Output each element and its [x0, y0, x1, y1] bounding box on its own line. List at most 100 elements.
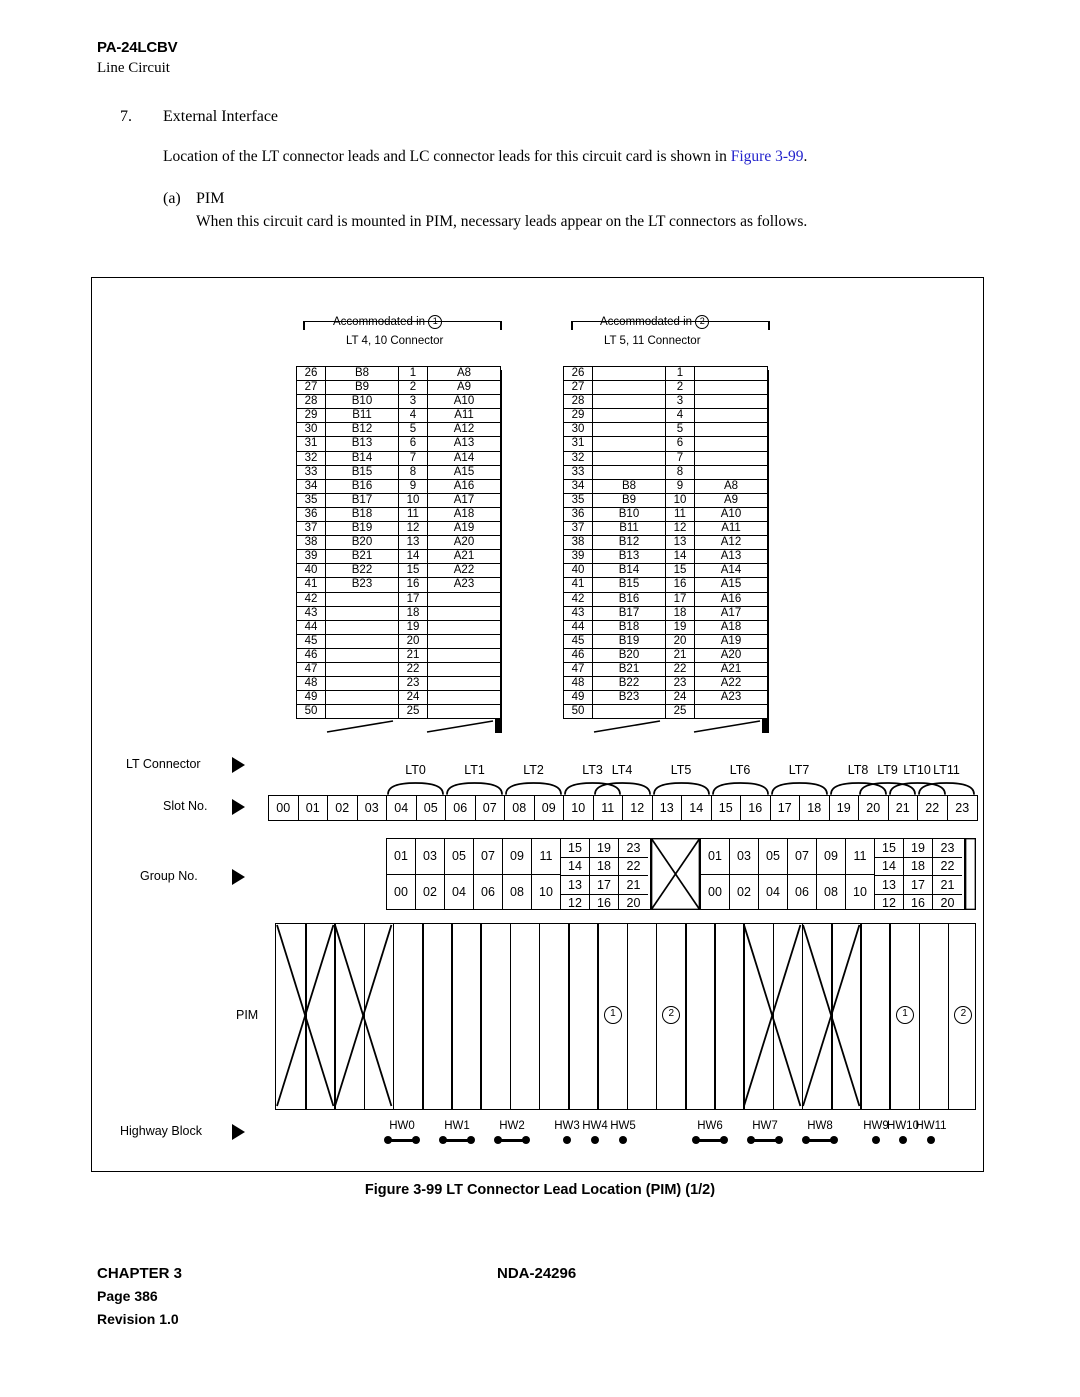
highway-block-terminal — [899, 1136, 907, 1144]
group-cell[interactable]: 07 06 — [474, 839, 503, 909]
slot-cell[interactable]: 16 — [741, 796, 771, 820]
group-number: 16 — [597, 896, 611, 911]
slot-cell[interactable]: 08 — [505, 796, 535, 820]
group-number: 10 — [853, 884, 867, 899]
pin-number-right: 18 — [398, 605, 428, 621]
slot-cell[interactable]: 20 — [859, 796, 889, 820]
pin-number-right: 10 — [398, 492, 428, 508]
slot-cell[interactable]: 12 — [623, 796, 653, 820]
connector-row: 50 25 — [563, 704, 768, 720]
pin-number-right: 9 — [665, 478, 695, 494]
lead-name-right — [427, 690, 501, 706]
connector-row: 39 B21 14 A21 — [296, 549, 501, 565]
pim-slot-divider — [480, 924, 483, 1109]
pin-number-left: 40 — [563, 563, 593, 579]
group-number: 13 — [875, 876, 903, 895]
group-cell[interactable]: 19 18 17 16 — [590, 839, 619, 910]
slot-cell[interactable]: 01 — [299, 796, 328, 820]
group-number: 11 — [846, 839, 874, 875]
group-cell[interactable]: 11 10 — [846, 839, 875, 909]
label-pim: PIM — [236, 1008, 259, 1022]
highway-block-terminal — [439, 1136, 447, 1144]
connector-row: 36 B10 11 A10 — [563, 506, 768, 523]
group-number: 15 — [875, 839, 903, 858]
highway-block-terminal — [522, 1136, 530, 1144]
pim-marker: 1 — [603, 1006, 622, 1024]
group-number: 07 — [788, 839, 816, 875]
slot-cell[interactable]: 18 — [800, 796, 830, 820]
group-cell[interactable]: 09 08 — [817, 839, 846, 909]
slot-cell[interactable]: 13 — [653, 796, 682, 820]
pim-slot-divider — [597, 924, 599, 1109]
pin-number-right: 17 — [665, 591, 695, 607]
pin-number-right: 19 — [665, 619, 695, 635]
slot-cell[interactable]: 03 — [358, 796, 387, 820]
connector-row: 37 B11 12 A11 — [563, 521, 768, 537]
group-cell[interactable]: 09 08 — [503, 839, 532, 909]
pin-number-right: 18 — [665, 605, 695, 621]
slot-cell[interactable]: 06 — [446, 796, 476, 820]
slot-cell[interactable]: 11 — [594, 796, 623, 820]
group-cell[interactable]: 05 04 — [445, 839, 474, 909]
group-number: 08 — [824, 884, 838, 899]
group-cell[interactable]: 05 04 — [759, 839, 788, 909]
slot-cell[interactable]: 00 — [269, 796, 299, 820]
group-cell[interactable]: 11 10 — [532, 839, 561, 909]
pin-number-left: 42 — [563, 591, 593, 607]
lead-name-right: A19 — [694, 633, 768, 649]
group-cell[interactable]: 19 18 17 16 — [904, 839, 933, 910]
slot-cell[interactable]: 22 — [918, 796, 948, 820]
pin-number-left: 46 — [563, 647, 593, 663]
pin-number-right: 15 — [398, 563, 428, 579]
connector-row: 33 8 — [563, 464, 768, 480]
group-cell[interactable]: 03 02 — [730, 839, 759, 909]
pin-number-left: 37 — [563, 521, 593, 537]
pin-number-left: 41 — [563, 577, 593, 593]
lt-connector-label: LT5 — [670, 763, 692, 777]
slot-cell[interactable]: 23 — [948, 796, 978, 820]
subsection-label: (a) — [163, 190, 181, 207]
lead-name-left: B17 — [592, 605, 666, 621]
lead-name-left: B22 — [592, 676, 666, 692]
group-cell[interactable]: 15 14 13 12 — [875, 839, 904, 910]
lead-name-left: B8 — [325, 365, 399, 382]
group-cell[interactable]: 23 22 21 20 — [933, 839, 962, 910]
lead-name-left: B11 — [592, 521, 666, 537]
group-number: 13 — [561, 876, 589, 895]
highway-block-terminal — [830, 1136, 838, 1144]
pin-number-right: 17 — [398, 591, 428, 607]
pin-number-right: 24 — [398, 690, 428, 706]
pin-number-right: 1 — [398, 365, 428, 382]
connector-row: 43 B17 18 A17 — [563, 605, 768, 621]
connector-row: 26 B8 1 A8 — [296, 365, 501, 382]
slot-cell[interactable]: 19 — [830, 796, 859, 820]
slot-cell[interactable]: 04 — [387, 796, 417, 820]
lead-name-right — [694, 704, 768, 720]
slot-cell[interactable]: 07 — [476, 796, 505, 820]
highway-block-label: HW7 — [752, 1120, 778, 1132]
slot-cell[interactable]: 02 — [328, 796, 358, 820]
group-number: 06 — [481, 884, 495, 899]
group-cell[interactable]: 07 06 — [788, 839, 817, 909]
figure-link[interactable]: Figure 3-99 — [731, 148, 804, 165]
unused-slash-1b — [425, 720, 495, 733]
slot-cell[interactable]: 10 — [564, 796, 594, 820]
slot-cell[interactable]: 14 — [682, 796, 712, 820]
slot-cell[interactable]: 05 — [417, 796, 446, 820]
group-cell[interactable]: 01 00 — [701, 839, 730, 909]
pin-number-right: 15 — [665, 563, 695, 579]
lead-name-right — [427, 633, 501, 649]
group-cell[interactable]: 15 14 13 12 — [561, 839, 590, 910]
pin-number-right: 8 — [398, 464, 428, 480]
group-cell[interactable]: 03 02 — [416, 839, 445, 909]
slot-cell[interactable]: 17 — [771, 796, 800, 820]
slot-cell[interactable]: 09 — [535, 796, 564, 820]
group-cell[interactable]: 01 00 — [387, 839, 416, 909]
accommodated-label-1: Accommodated in 1 — [333, 315, 443, 329]
highway-block-terminal — [591, 1136, 599, 1144]
slot-cell[interactable]: 15 — [712, 796, 741, 820]
slot-cell[interactable]: 21 — [889, 796, 918, 820]
lead-name-right — [427, 605, 501, 621]
lead-name-right: A11 — [427, 408, 501, 424]
group-cell[interactable]: 23 22 21 20 — [619, 839, 648, 910]
